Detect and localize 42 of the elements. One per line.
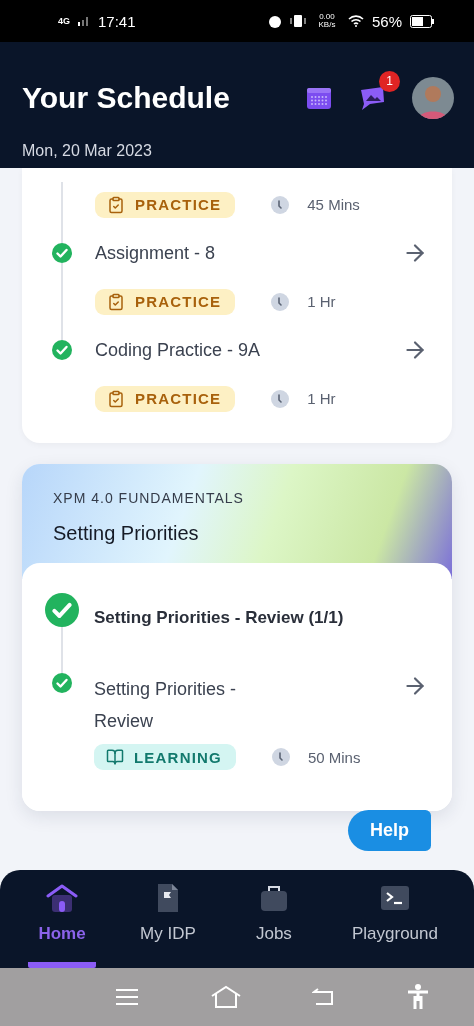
data-speed: 0.00 KB/s: [317, 13, 337, 29]
clock-icon: [271, 748, 290, 766]
course-category: XPM 4.0 FUNDAMENTALS: [53, 490, 245, 506]
home-outline-icon[interactable]: [209, 985, 242, 1009]
item-title[interactable]: Setting Priorities - Review: [94, 673, 284, 737]
profile-avatar[interactable]: [412, 76, 454, 119]
menu-icon[interactable]: [115, 987, 140, 1007]
practice-tag: PRACTICE: [95, 385, 236, 412]
nav-tab[interactable]: Jobs: [239, 870, 308, 968]
practice-tag: PRACTICE: [95, 288, 236, 315]
page-title: Your Schedule: [22, 80, 231, 115]
clock-icon: [271, 292, 290, 311]
course-title: Setting Priorities: [53, 522, 200, 545]
accessibility-icon[interactable]: [406, 984, 429, 1010]
chat-icon[interactable]: [358, 84, 386, 111]
vibrate-icon: [289, 14, 306, 28]
learning-tag: LEARNING: [94, 744, 236, 770]
nav-tab[interactable]: Playground: [343, 870, 446, 968]
date-text: Mon, 20 Mar 2023: [22, 141, 153, 160]
duration-text: 45 Mins: [307, 196, 360, 213]
signal-icon: [78, 16, 90, 26]
book-icon: [106, 748, 124, 766]
duration-text: 50 Mins: [307, 748, 361, 766]
clipboard-check-icon: [107, 195, 125, 214]
nav-tab[interactable]: My IDP: [132, 870, 204, 968]
clipboard-check-icon: [107, 389, 125, 408]
home-icon: [46, 882, 79, 914]
item-title[interactable]: Assignment - 8: [95, 237, 392, 269]
clock-icon: [271, 195, 290, 214]
clock-time: 17:41: [98, 12, 136, 30]
duration-text: 1 Hr: [307, 390, 336, 407]
practice-tag: PRACTICE: [95, 191, 236, 218]
battery-icon: [410, 14, 434, 28]
battery-percent: 56%: [371, 12, 402, 30]
wifi-icon: [347, 15, 364, 27]
network-type: 4G: [58, 16, 70, 26]
notification-badge: 1: [379, 70, 400, 92]
clock-icon: [271, 389, 290, 408]
duration-text: 1 Hr: [307, 293, 336, 310]
clipboard-check-icon: [107, 292, 125, 311]
module-title: Setting Priorities - Review (1/1): [94, 608, 344, 628]
item-title[interactable]: Coding Practice - 9A: [95, 334, 392, 366]
